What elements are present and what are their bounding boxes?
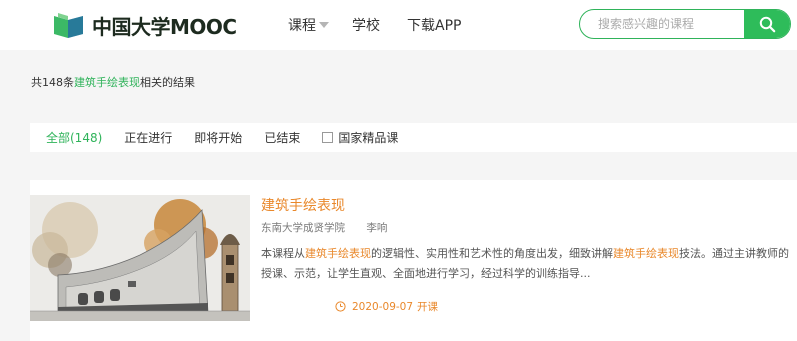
nav-download-app[interactable]: 下载APP	[407, 0, 461, 50]
start-date-label: 开课	[417, 301, 439, 313]
nav-schools[interactable]: 学校	[352, 0, 380, 50]
caret-down-icon	[319, 22, 329, 28]
course-teacher[interactable]: 李响	[366, 222, 387, 234]
site-logo[interactable]: 中国大学MOOC	[52, 10, 237, 40]
top-header: 中国大学MOOC 课程 学校 下载APP	[0, 0, 797, 50]
filter-ongoing[interactable]: 正在进行	[124, 129, 172, 146]
filter-all[interactable]: 全部(148)	[46, 129, 102, 146]
search-button[interactable]	[744, 10, 790, 38]
course-result-card[interactable]: 建筑手绘表现 东南大学成贤学院 李响 本课程从建筑手绘表现的逻辑性、实用性和艺术…	[30, 180, 797, 341]
desc-keyword-1: 建筑手绘表现	[305, 247, 371, 260]
mooc-logo-icon	[54, 12, 83, 38]
desc-keyword-2: 建筑手绘表现	[613, 247, 679, 260]
course-meta: 东南大学成贤学院 李响	[261, 220, 387, 235]
summary-suffix: 相关的结果	[140, 76, 195, 89]
summary-prefix: 共148条	[31, 76, 74, 89]
search-icon	[759, 16, 775, 32]
course-title[interactable]: 建筑手绘表现	[261, 195, 345, 215]
national-quality-label: 国家精品课	[338, 131, 399, 145]
course-school[interactable]: 东南大学成贤学院	[261, 222, 345, 234]
clock-icon	[335, 301, 346, 312]
logo-text: 中国大学MOOC	[92, 14, 237, 39]
course-thumbnail[interactable]	[30, 195, 250, 321]
nav-schools-label: 学校	[352, 18, 380, 34]
filter-ended[interactable]: 已结束	[264, 129, 300, 146]
filter-upcoming[interactable]: 即将开始	[194, 129, 242, 146]
course-description: 本课程从建筑手绘表现的逻辑性、实用性和艺术性的角度出发，细致讲解建筑手绘表现技法…	[261, 244, 793, 284]
summary-keyword: 建筑手绘表现	[74, 76, 140, 89]
filter-bar: 全部(148) 正在进行 即将开始 已结束 国家精品课	[30, 123, 797, 152]
nav-download-label: 下载APP	[407, 18, 462, 34]
start-date-value: 2020-09-07	[352, 300, 414, 313]
course-start-date: 2020-09-07 开课	[335, 299, 438, 314]
search-result-summary: 共148条建筑手绘表现相关的结果	[31, 74, 195, 90]
course-thumbnail-image	[30, 195, 250, 321]
search-input[interactable]	[580, 10, 740, 38]
nav-courses[interactable]: 课程	[288, 0, 329, 50]
search-box	[579, 9, 791, 39]
desc-part-2: 的逻辑性、实用性和艺术性的角度出发，细致讲解	[371, 247, 613, 260]
filter-national-quality[interactable]: 国家精品课	[322, 129, 398, 146]
national-quality-checkbox[interactable]	[322, 132, 334, 143]
nav-courses-label: 课程	[288, 18, 316, 34]
desc-part-1: 本课程从	[261, 247, 305, 260]
